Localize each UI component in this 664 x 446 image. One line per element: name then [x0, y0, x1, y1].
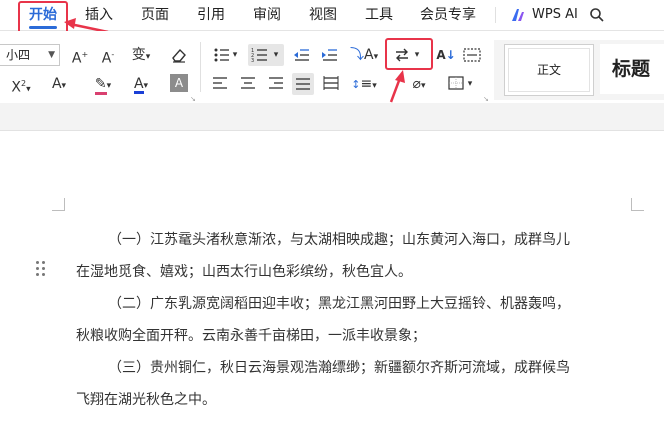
chevron-down-icon[interactable]: ▾: [466, 74, 474, 94]
paragraph-line: 在湿地觅食、嬉戏；山西太行山色彩缤纷，秋色宜人。: [76, 264, 412, 280]
paragraph-line: （二）广东乳源宽阔稻田迎丰收；黑龙江黑河田野上大豆摇铃、机器轰鸣，: [108, 296, 570, 312]
margin-corner-right: [631, 198, 644, 211]
font-color-button[interactable]: A▾: [126, 74, 156, 94]
highlight-icon[interactable]: ✎▾: [88, 74, 118, 95]
bullet-list-icon[interactable]: [213, 47, 231, 63]
align-justify-icon: [296, 78, 310, 90]
text-effect-icon[interactable]: A▾: [46, 74, 72, 94]
superscript-icon[interactable]: X2▾: [8, 74, 34, 96]
character-shading-icon[interactable]: A: [170, 74, 188, 92]
paragraph-line: （一）江苏鼋头渚秋意渐浓，与太湖相映成趣；山东黄河入海口，成群鸟儿: [108, 232, 570, 248]
text-direction-icon[interactable]: ⤵A▾: [350, 45, 378, 65]
justify-button[interactable]: [292, 73, 314, 95]
document-body[interactable]: （一）江苏鼋头渚秋意渐浓，与太湖相映成趣；山东黄河入海口，成群鸟儿 在湿地觅食、…: [76, 224, 646, 416]
ruler-area: [0, 103, 664, 131]
chevron-down-icon[interactable]: ▾: [231, 45, 239, 65]
align-center-icon[interactable]: [240, 76, 256, 90]
line-break-swap-icon[interactable]: [393, 47, 411, 63]
tab-page[interactable]: 页面: [138, 0, 172, 30]
font-size-value: 小四: [6, 48, 31, 62]
phonetic-guide-icon[interactable]: 变▾: [126, 45, 156, 65]
pointer-arrow-up-icon: [389, 70, 405, 103]
numbered-list-button[interactable]: 123 ▾: [248, 44, 284, 66]
wps-ai-label: WPS AI: [532, 7, 578, 22]
chevron-down-icon: ▾: [273, 50, 279, 60]
decrease-indent-icon[interactable]: [293, 47, 311, 63]
increase-font-icon[interactable]: A+: [70, 45, 90, 67]
paragraph-line: （三）贵州铜仁，秋日云海景观浩瀚缥缈；新疆额尔齐斯河流域，成群候鸟: [108, 360, 570, 376]
align-left-icon[interactable]: [212, 76, 228, 90]
chevron-down-icon[interactable]: ▾: [413, 45, 421, 65]
align-right-icon[interactable]: [268, 76, 284, 90]
tab-references[interactable]: 引用: [194, 0, 228, 30]
margin-corner-left: [52, 198, 65, 211]
paragraph-line: 秋粮收购全面开秤。云南永善千亩梯田，一派丰收景象；: [76, 328, 426, 344]
tab-review[interactable]: 审阅: [250, 0, 284, 30]
decrease-font-icon[interactable]: A-: [98, 45, 118, 67]
sort-icon[interactable]: A↓: [436, 45, 456, 65]
tab-divider: [495, 7, 496, 23]
font-dialog-launcher-icon[interactable]: ↘: [190, 95, 196, 103]
tab-view[interactable]: 视图: [306, 0, 340, 30]
eraser-icon[interactable]: [170, 47, 188, 63]
increase-indent-icon[interactable]: [321, 47, 339, 63]
paragraph-drag-handle-icon[interactable]: [36, 261, 46, 277]
wps-ai-icon: [512, 9, 524, 21]
paragraph-dialog-launcher-icon[interactable]: ↘: [483, 95, 489, 103]
tab-member[interactable]: 会员专享: [418, 0, 478, 30]
ribbon-divider: [200, 42, 201, 92]
font-size-select[interactable]: 小四 ▼: [0, 44, 60, 66]
font-color-icon: A: [133, 76, 144, 94]
paragraph-line: 飞翔在湖光秋色之中。: [76, 392, 216, 408]
search-icon[interactable]: [589, 7, 605, 23]
svg-text:3: 3: [251, 58, 254, 63]
shading-icon[interactable]: ⌀▾: [405, 74, 433, 94]
show-marks-icon[interactable]: [463, 47, 481, 63]
borders-icon[interactable]: [448, 76, 464, 90]
tab-tools[interactable]: 工具: [362, 0, 396, 30]
style-heading[interactable]: 标题: [600, 44, 664, 94]
style-normal[interactable]: 正文: [504, 44, 594, 96]
chevron-down-icon: ▼: [48, 50, 55, 60]
numbered-list-icon: 123: [251, 48, 267, 63]
distributed-align-icon[interactable]: [323, 76, 339, 90]
line-spacing-icon[interactable]: ↕≡▾: [350, 74, 378, 94]
